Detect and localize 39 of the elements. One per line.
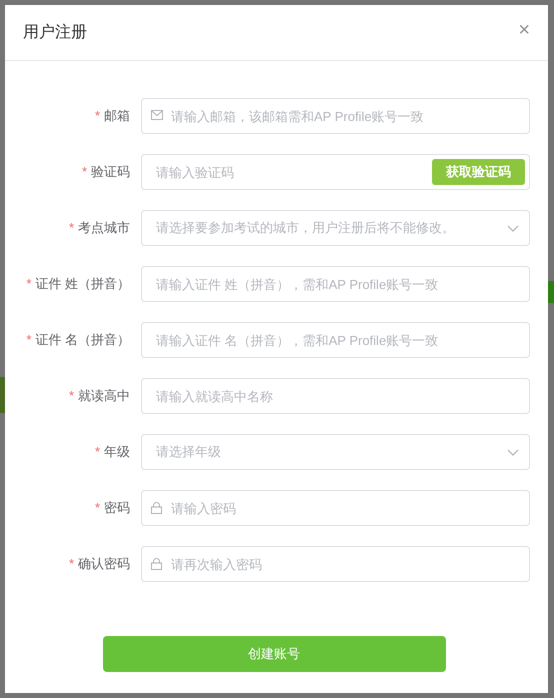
- lock-icon: [151, 502, 162, 514]
- required-asterisk: *: [26, 275, 32, 294]
- input-field[interactable]: 请输入证件 姓（拼音），需和AP Profile账号一致: [141, 266, 530, 302]
- password-field[interactable]: 请再次输入密码: [141, 546, 530, 582]
- required-asterisk: *: [94, 499, 100, 518]
- field-label: 证件 姓（拼音）: [35, 275, 130, 294]
- input-field[interactable]: 请输入邮箱，该邮箱需和AP Profile账号一致: [141, 98, 530, 134]
- field-label: 就读高中: [78, 387, 130, 406]
- mail-icon: [151, 110, 163, 120]
- required-asterisk: *: [26, 331, 32, 350]
- required-asterisk: *: [82, 163, 87, 182]
- close-button[interactable]: ×: [518, 20, 530, 40]
- field-label: 考点城市: [78, 219, 130, 238]
- required-asterisk: *: [68, 219, 74, 238]
- input-field[interactable]: 请输入就读高中名称: [141, 378, 530, 414]
- field-label: 确认密码: [78, 555, 130, 574]
- password-field[interactable]: 请输入密码: [141, 490, 530, 526]
- background-page-bar: [0, 377, 5, 413]
- dialog-title: 用户注册: [23, 22, 87, 42]
- select-placeholder: 请选择年级: [156, 443, 222, 462]
- field-label: 验证码: [91, 163, 130, 182]
- chevron-down-icon: [507, 448, 519, 456]
- chevron-down-icon: [507, 224, 519, 232]
- required-asterisk: *: [68, 555, 74, 574]
- get-code-button[interactable]: 获取验证码: [432, 159, 525, 185]
- select-placeholder: 请选择要参加考试的城市，用户注册后将不能修改。: [156, 219, 456, 238]
- background-page-bar: [548, 281, 554, 303]
- required-asterisk: *: [94, 107, 100, 126]
- select-field[interactable]: 请选择要参加考试的城市，用户注册后将不能修改。: [141, 210, 530, 246]
- field-label: 年级: [104, 443, 130, 462]
- lock-icon: [151, 558, 162, 570]
- field-label: 邮箱: [104, 107, 130, 126]
- required-asterisk: *: [68, 387, 74, 406]
- select-field[interactable]: 请选择年级: [141, 434, 530, 470]
- field-label: 证件 名（拼音）: [35, 331, 130, 350]
- field-label: 密码: [104, 499, 130, 518]
- input-field[interactable]: 请输入证件 名（拼音），需和AP Profile账号一致: [141, 322, 530, 358]
- create-account-button[interactable]: 创建账号: [102, 636, 446, 672]
- required-asterisk: *: [94, 443, 100, 462]
